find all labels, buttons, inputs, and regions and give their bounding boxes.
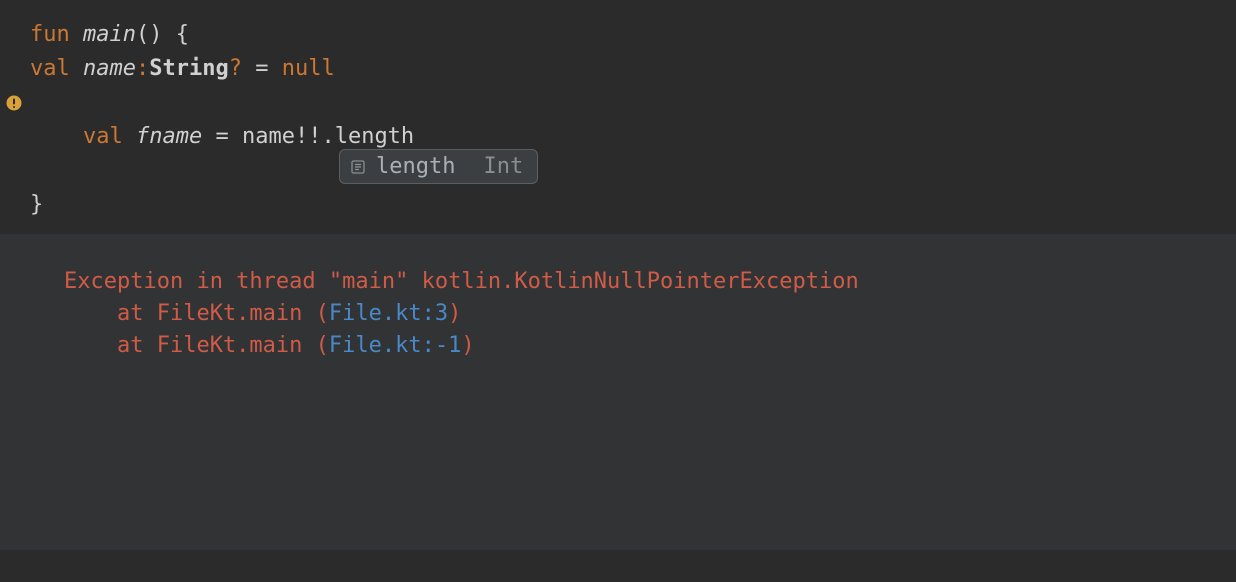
field-icon: [350, 159, 366, 175]
nullable-question: ?: [229, 56, 242, 81]
console-output[interactable]: Exception in thread "main" kotlin.Kotlin…: [0, 234, 1236, 550]
null-keyword: null: [282, 56, 335, 81]
stack-frame-suffix: ): [461, 333, 474, 358]
exception-message: Exception in thread "main" kotlin.Kotlin…: [64, 269, 859, 294]
equals-operator: =: [255, 56, 268, 81]
stack-frame-prefix: at FileKt.main (: [64, 301, 329, 326]
completion-item-name: length: [376, 154, 455, 179]
warning-icon[interactable]: [6, 95, 22, 111]
brace-open: {: [176, 22, 189, 47]
code-completion-popup[interactable]: length Int: [339, 149, 538, 184]
stack-trace-link[interactable]: File.kt:-1: [329, 333, 461, 358]
code-line[interactable]: }: [0, 188, 1236, 222]
completion-item-type: Int: [483, 154, 523, 179]
code-editor[interactable]: fun main() { val name:String? = null val…: [0, 0, 1236, 234]
keyword-val: val: [30, 56, 70, 81]
code-line[interactable]: val name:String? = null: [0, 52, 1236, 86]
stack-frame-suffix: ): [448, 301, 461, 326]
keyword-fun: fun: [30, 22, 70, 47]
code-line-empty[interactable]: [0, 120, 1236, 154]
code-line[interactable]: val fname = name!!.length: [0, 86, 1236, 120]
code-line-empty[interactable]: [0, 154, 1236, 188]
function-name: main: [83, 22, 136, 47]
type-string: String: [149, 56, 228, 81]
parentheses: (): [136, 22, 163, 47]
stack-frame-prefix: at FileKt.main (: [64, 333, 329, 358]
colon: :: [136, 56, 149, 81]
variable-name: name: [83, 56, 136, 81]
brace-close: }: [30, 192, 43, 217]
stack-trace-link[interactable]: File.kt:3: [329, 301, 448, 326]
code-line[interactable]: fun main() {: [0, 18, 1236, 52]
